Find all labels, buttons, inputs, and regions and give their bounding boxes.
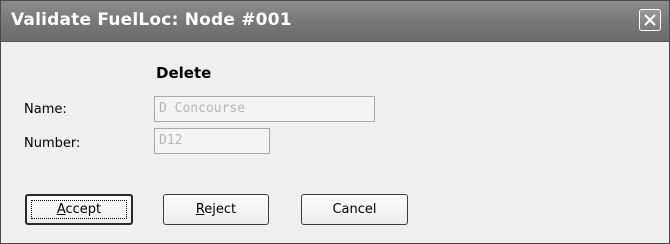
name-field[interactable]: D Concourse [154,96,375,122]
close-icon [643,13,657,27]
name-label: Name: [24,102,67,117]
focus-ring [31,200,127,219]
number-label: Number: [24,136,81,151]
dialog-window: Validate FuelLoc: Node #001 Delete Name:… [0,0,670,244]
accept-button[interactable]: Accept [25,194,133,225]
number-field[interactable]: D12 [154,128,270,154]
close-button[interactable] [639,9,661,31]
title-bar[interactable]: Validate FuelLoc: Node #001 [1,1,669,42]
reject-button-label: Reject [195,202,237,217]
cancel-button[interactable]: Cancel [301,194,408,225]
dialog-heading: Delete [156,64,212,82]
reject-button[interactable]: Reject [163,194,269,225]
dialog-title: Validate FuelLoc: Node #001 [11,10,292,30]
